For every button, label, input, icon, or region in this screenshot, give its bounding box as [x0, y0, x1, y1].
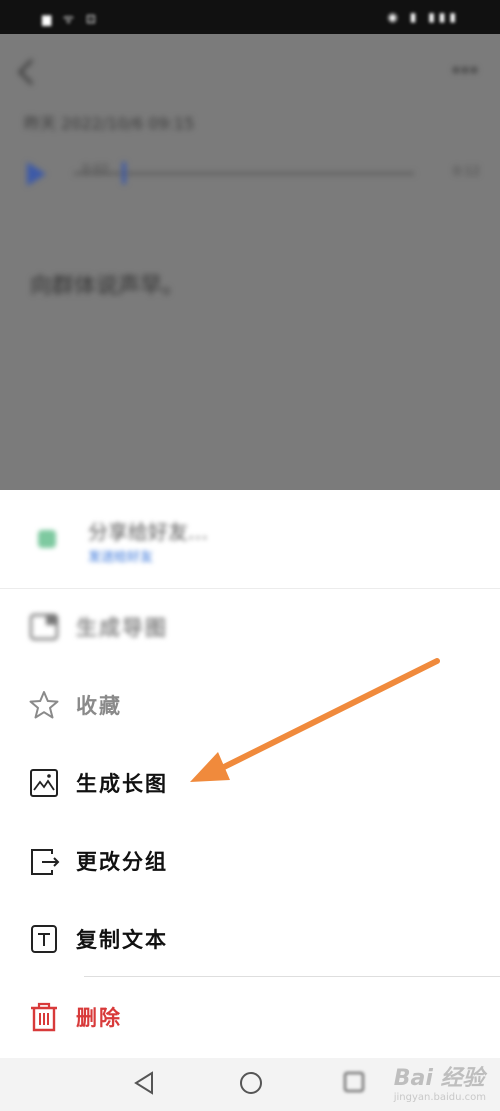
- menu-item-label: 更改分组: [76, 850, 168, 874]
- share-row[interactable]: 分享给好友… 发送给好友: [0, 490, 500, 580]
- status-bar: ▆ ᯤ ⊡ ◉ ▮ ▮▮▮: [0, 0, 500, 34]
- note-body-text: 向群体说声早。: [30, 274, 185, 299]
- menu-item-favorite[interactable]: 收藏: [0, 666, 500, 744]
- share-subtitle: 发送给好友: [88, 550, 154, 565]
- action-sheet: 分享给好友… 发送给好友 生成导图 收藏 生成长图 更改分组 复制文本 删除: [0, 490, 500, 1058]
- nav-home-icon[interactable]: [238, 1070, 264, 1096]
- menu-item-copy-text[interactable]: 复制文本: [0, 900, 500, 978]
- note-date: 昨天 2022/10/6 09:15: [24, 114, 195, 133]
- menu-item-label: 复制文本: [76, 928, 168, 952]
- play-icon[interactable]: [24, 160, 48, 188]
- audio-player[interactable]: 0:02 0:12: [24, 160, 484, 190]
- status-icons-right: ◉ ▮ ▮▮▮: [387, 10, 460, 24]
- share-app-icon: [38, 530, 56, 548]
- text-icon: [31, 925, 57, 953]
- more-icon[interactable]: [452, 66, 478, 74]
- menu-item-label: 收藏: [76, 694, 122, 718]
- audio-progress-knob[interactable]: [122, 162, 126, 184]
- audio-duration: 0:12: [453, 164, 480, 178]
- image-doc-icon: [29, 613, 59, 641]
- menu-item-delete[interactable]: 删除: [0, 978, 500, 1056]
- share-title: 分享给好友…: [88, 520, 208, 544]
- menu-item-label: 生成长图: [76, 772, 168, 796]
- star-icon: [29, 691, 59, 719]
- menu-item-mindmap[interactable]: 生成导图: [0, 588, 500, 666]
- watermark-url: jingyan.baidu.com: [393, 1092, 486, 1103]
- watermark-brand: Bai 经验: [393, 1066, 485, 1091]
- note-page-background: 昨天 2022/10/6 09:15 0:02 0:12 向群体说声早。: [0, 34, 500, 490]
- menu-item-label: 生成导图: [76, 616, 168, 640]
- menu-item-label: 删除: [76, 1006, 122, 1030]
- menu-item-long-image[interactable]: 生成长图: [0, 744, 500, 822]
- watermark: Bai 经验 jingyan.baidu.com: [394, 1060, 486, 1103]
- menu-item-change-group[interactable]: 更改分组: [0, 822, 500, 900]
- move-to-group-icon: [31, 849, 60, 875]
- nav-recent-icon[interactable]: [342, 1070, 366, 1094]
- status-icons-left: ▆ ᯤ ⊡: [42, 12, 100, 26]
- nav-back-icon[interactable]: [132, 1070, 156, 1096]
- divider: [84, 976, 500, 977]
- audio-elapsed: 0:02: [82, 162, 109, 176]
- trash-icon: [31, 1002, 57, 1032]
- back-arrow-icon[interactable]: [12, 54, 38, 90]
- image-icon: [30, 769, 58, 797]
